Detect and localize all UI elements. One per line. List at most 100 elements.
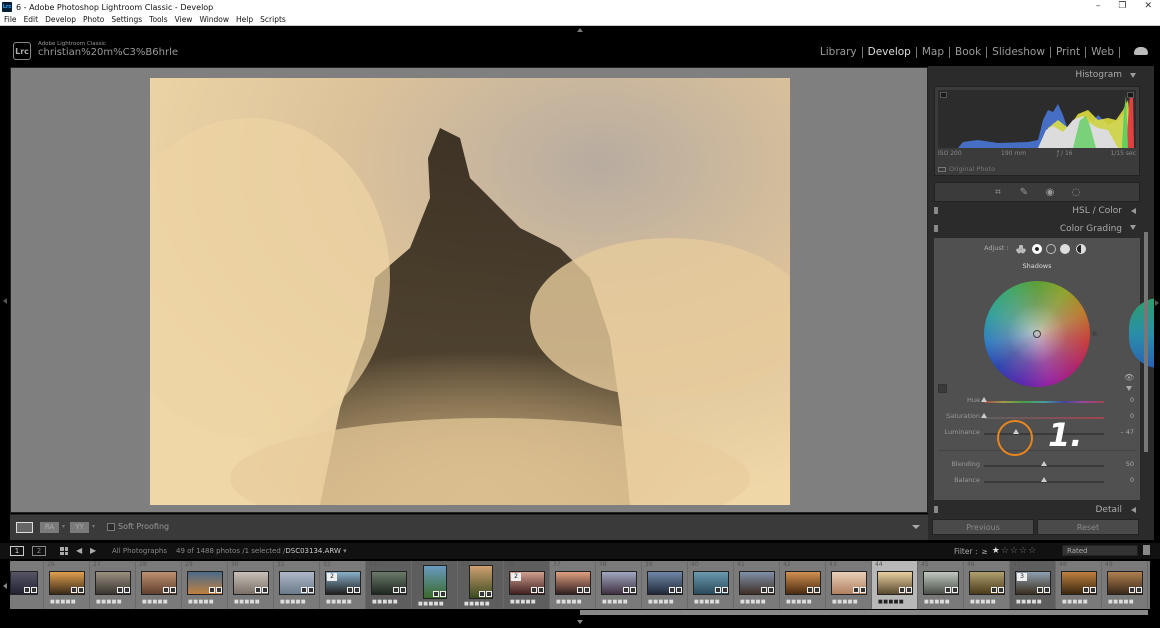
filmstrip-thumbnail[interactable] xyxy=(10,561,44,609)
hsl-color-header[interactable]: HSL / Color xyxy=(934,204,1140,218)
menu-edit[interactable]: Edit xyxy=(20,15,42,24)
rating-stars[interactable]: ■■■■■ xyxy=(142,599,168,605)
slider-value[interactable]: 0 xyxy=(1130,396,1134,404)
filmstrip-thumbnail[interactable]: 30 ■■■■■ xyxy=(228,561,274,609)
filmstrip-thumbnail[interactable]: 37 ■■■■■ xyxy=(550,561,596,609)
rating-stars[interactable]: ■■■■■ xyxy=(694,599,720,605)
shadow-clipping-icon[interactable] xyxy=(940,92,947,98)
rating-stars[interactable]: ■■■■■ xyxy=(648,599,674,605)
filmstrip-thumbnail[interactable]: 47 3 ■■■■■ xyxy=(1010,561,1056,609)
global-icon[interactable] xyxy=(1076,244,1086,254)
rating-stars[interactable]: ■■■■■ xyxy=(970,599,996,605)
grid-icon[interactable] xyxy=(60,547,68,555)
filmstrip-thumbnail[interactable]: 39 ■■■■■ xyxy=(642,561,688,609)
menu-file[interactable]: File xyxy=(0,15,20,24)
filmstrip-thumbnail[interactable]: 42 ■■■■■ xyxy=(780,561,826,609)
restore-icon[interactable]: ❐ xyxy=(1118,1,1126,11)
rating-stars[interactable]: ■■■■■ xyxy=(234,599,260,605)
filmstrip-thumbnail[interactable]: 38 ■■■■■ xyxy=(596,561,642,609)
forward-arrow-icon[interactable]: ▶ xyxy=(90,546,96,555)
healing-icon[interactable]: ✎ xyxy=(1018,187,1030,198)
histogram[interactable]: ISO 200 190 mm ƒ / 16 1/15 sec Original … xyxy=(934,86,1140,176)
filter-stars[interactable]: ★☆☆☆☆ xyxy=(992,546,1037,556)
right-panel-toggle-icon[interactable] xyxy=(1155,300,1159,306)
filmstrip-thumbnail[interactable]: 31 ■■■■■ xyxy=(274,561,320,609)
cloud-icon[interactable] xyxy=(1134,47,1148,55)
slider-blending[interactable]: Blending 50 xyxy=(934,460,1140,472)
source-label[interactable]: All Photographs xyxy=(112,547,167,555)
panel-switch-icon[interactable] xyxy=(934,207,938,214)
slider-hue[interactable]: Hue 0 xyxy=(934,396,1140,408)
rating-stars[interactable]: ■■■■■ xyxy=(786,599,812,605)
rating-stars[interactable]: ■■■■■ xyxy=(188,599,214,605)
slider-balance[interactable]: Balance 0 xyxy=(934,476,1140,488)
slider-track[interactable] xyxy=(984,417,1104,419)
rating-stars[interactable]: ■■■■■ xyxy=(510,599,536,605)
slider-track[interactable] xyxy=(984,401,1104,403)
redeye-icon[interactable]: ◉ xyxy=(1044,187,1056,198)
slider-saturation[interactable]: Saturation 0 xyxy=(934,412,1140,424)
color-grading-header[interactable]: Color Grading xyxy=(934,222,1140,236)
disclosure-icon[interactable] xyxy=(1126,386,1132,391)
menu-develop[interactable]: Develop xyxy=(41,15,79,24)
menu-tools[interactable]: Tools xyxy=(145,15,170,24)
filmstrip-thumbnail[interactable]: 27 ■■■■■ xyxy=(90,561,136,609)
rating-stars[interactable]: ■■■■■ xyxy=(878,599,904,605)
filmstrip-thumbnail[interactable]: 40 ■■■■■ xyxy=(688,561,734,609)
slider-thumb[interactable] xyxy=(981,397,987,402)
filmstrip-thumbnail[interactable]: 49 ■■■■■ xyxy=(1102,561,1148,609)
rating-stars[interactable]: ■■■■■ xyxy=(418,601,444,607)
shadows-color-wheel[interactable] xyxy=(984,281,1090,387)
primary-window-button[interactable]: 1 xyxy=(10,546,24,556)
module-web[interactable]: Web xyxy=(1086,46,1119,58)
selection-info[interactable]: 49 of 1488 photos /1 selected /DSC03134.… xyxy=(176,547,347,555)
eye-icon[interactable]: 👁 xyxy=(1124,373,1134,382)
rating-stars[interactable]: ■■■■■ xyxy=(1062,599,1088,605)
bottom-panel-toggle-icon[interactable] xyxy=(577,620,583,624)
toolbar-menu-icon[interactable] xyxy=(912,525,920,529)
rating-stars[interactable]: ■■■■■ xyxy=(96,599,122,605)
module-map[interactable]: Map xyxy=(917,46,949,58)
filmstrip-thumbnail[interactable]: 32 2 ■■■■■ xyxy=(320,561,366,609)
rating-stars[interactable]: ■■■■■ xyxy=(832,599,858,605)
rating-stars[interactable]: ■■■■■ xyxy=(50,599,76,605)
rating-stars[interactable]: ■■■■■ xyxy=(602,599,628,605)
filmstrip-thumbnail[interactable]: 34 ■■■■■ xyxy=(412,561,458,609)
menu-scripts[interactable]: Scripts xyxy=(256,15,289,24)
filmstrip-thumbnail[interactable]: 29 ■■■■■ xyxy=(182,561,228,609)
chevron-down-icon[interactable]: ▾ xyxy=(92,523,95,530)
loupe-view-button[interactable] xyxy=(16,522,33,533)
image-canvas[interactable] xyxy=(10,67,928,513)
filmstrip-scrollbar[interactable] xyxy=(580,610,1148,615)
midtones-icon[interactable] xyxy=(1046,244,1056,254)
stack-count-badge[interactable]: 2 xyxy=(327,573,337,581)
rating-stars[interactable]: ■■■■■ xyxy=(372,599,398,605)
slider-value[interactable]: 0 xyxy=(1130,412,1134,420)
filmstrip-thumbnail[interactable]: 43 ■■■■■ xyxy=(826,561,872,609)
left-panel-toggle-icon[interactable] xyxy=(3,298,7,304)
rating-stars[interactable]: ■■■■■ xyxy=(1016,599,1042,605)
stack-count-badge[interactable]: 3 xyxy=(1017,573,1027,581)
menu-settings[interactable]: Settings xyxy=(107,15,145,24)
three-way-icon[interactable] xyxy=(1016,244,1026,254)
right-panel-scrollbar[interactable] xyxy=(1144,232,1148,452)
slider-value[interactable]: 50 xyxy=(1126,460,1134,468)
rating-stars[interactable]: ■■■■■ xyxy=(1108,599,1134,605)
highlights-icon[interactable] xyxy=(1060,244,1070,254)
reset-button[interactable]: Reset xyxy=(1037,519,1139,535)
module-print[interactable]: Print xyxy=(1051,46,1085,58)
before-after-button[interactable]: RA xyxy=(40,522,59,533)
filmstrip-thumbnail[interactable]: 26 ■■■■■ xyxy=(44,561,90,609)
rating-stars[interactable]: ■■■■■ xyxy=(556,599,582,605)
rating-stars[interactable]: ■■■■■ xyxy=(924,599,950,605)
filmstrip-thumbnail[interactable]: 46 ■■■■■ xyxy=(964,561,1010,609)
wheel-handle[interactable] xyxy=(1033,330,1041,338)
slider-value[interactable]: 0 xyxy=(1130,476,1134,484)
menu-photo[interactable]: Photo xyxy=(79,15,107,24)
filmstrip-thumbnail[interactable]: 33 ■■■■■ xyxy=(366,561,412,609)
rating-stars[interactable]: ■■■■■ xyxy=(280,599,306,605)
module-slideshow[interactable]: Slideshow xyxy=(987,46,1050,58)
wheel-hue-marker[interactable] xyxy=(1092,331,1097,336)
menu-window[interactable]: Window xyxy=(195,15,232,24)
rating-stars[interactable]: ■■■■■ xyxy=(740,599,766,605)
